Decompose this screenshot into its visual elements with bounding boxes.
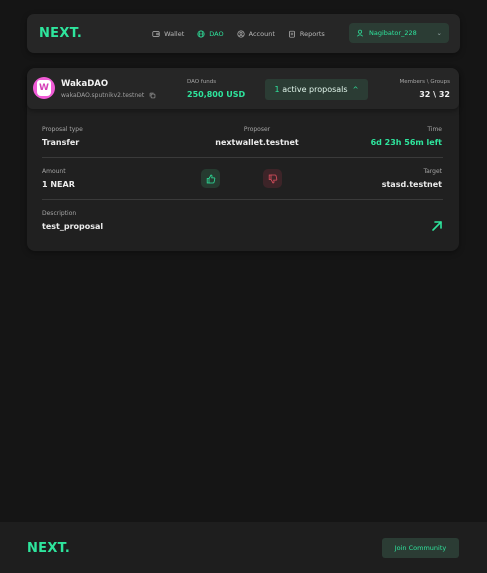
description-label: Description [42, 210, 77, 217]
dao-name: WakaDAO [61, 79, 109, 89]
nav-item-label: Wallet [164, 29, 185, 38]
dao-funds-value: 250,800 USD [187, 90, 246, 99]
dao-logo-icon: W [37, 80, 51, 96]
user-menu-button[interactable]: Nagibator_228 ⌄ [349, 23, 449, 43]
target-value: stasd.testnet [381, 180, 442, 189]
page: NEXT. Wallet DAO Account Reports Nagibat… [0, 0, 487, 573]
wallet-icon [152, 30, 160, 37]
divider [42, 157, 443, 158]
join-community-button[interactable]: Join Community [382, 538, 459, 558]
proposal-row-description: Description test_proposal [42, 210, 442, 231]
dao-funds-label: DAO funds [187, 79, 217, 85]
footer: NEXT. Join Community [0, 522, 487, 573]
dao-address-text: wakaDAO.sputnikv2.testnet [61, 92, 145, 99]
nav-item-dao[interactable]: DAO [197, 29, 224, 38]
top-nav-bar: NEXT. Wallet DAO Account Reports Nagibat… [27, 14, 460, 53]
user-icon [357, 29, 363, 37]
nav-item-label: Reports [299, 29, 325, 38]
proposer-label: Proposer [243, 126, 271, 133]
reports-icon [289, 30, 295, 38]
chevron-up-icon: ^ [352, 85, 359, 94]
dao-avatar: W [33, 77, 55, 99]
nav-item-label: DAO [209, 29, 224, 38]
nav-item-label: Account [248, 29, 275, 38]
proposal-row-type: Proposal type Transfer Proposer nextwall… [42, 126, 442, 147]
members-groups-label: Members \ Groups [399, 79, 450, 85]
chevron-down-icon: ⌄ [436, 29, 442, 37]
vote-yes-button[interactable] [201, 169, 220, 188]
proposal-row-amount: Amount 1 NEAR Target stasd.testnet [42, 168, 442, 189]
dao-address: wakaDAO.sputnikv2.testnet [61, 92, 156, 99]
active-proposals-label: active proposals [282, 85, 348, 94]
dao-card: W WakaDAO wakaDAO.sputnikv2.testnet DAO … [27, 68, 459, 251]
time-value: 6d 23h 56m left [370, 138, 442, 147]
dao-summary-bar: W WakaDAO wakaDAO.sputnikv2.testnet DAO … [27, 68, 459, 109]
vote-no-button[interactable] [263, 169, 282, 188]
thumbs-up-icon [206, 174, 215, 183]
user-name: Nagibator_228 [369, 29, 417, 37]
footer-logo[interactable]: NEXT. [27, 541, 70, 556]
active-proposals-count: 1 [274, 85, 280, 94]
time-column: Time 6d 23h 56m left [371, 126, 442, 147]
nav-menu: Wallet DAO Account Reports [152, 30, 338, 38]
proposer-value: nextwallet.testnet [215, 138, 299, 147]
target-column: Target stasd.testnet [382, 168, 442, 189]
time-label: Time [427, 126, 442, 133]
nav-item-reports[interactable]: Reports [288, 30, 325, 38]
logo[interactable]: NEXT. [39, 26, 82, 41]
nav-item-account[interactable]: Account [237, 30, 275, 38]
globe-icon [197, 29, 205, 38]
description-value: test_proposal [42, 222, 104, 231]
account-icon [237, 29, 245, 38]
active-proposals-toggle[interactable]: 1 active proposals ^ [265, 79, 368, 100]
divider [42, 199, 443, 200]
proposer-column: Proposer nextwallet.testnet [194, 126, 320, 147]
members-groups-value: 32 \ 32 [419, 90, 450, 99]
copy-icon[interactable] [149, 92, 156, 99]
nav-item-wallet[interactable]: Wallet [152, 30, 184, 38]
target-label: Target [423, 168, 442, 175]
thumbs-down-icon [268, 174, 277, 183]
arrow-up-right-icon[interactable] [431, 220, 443, 232]
